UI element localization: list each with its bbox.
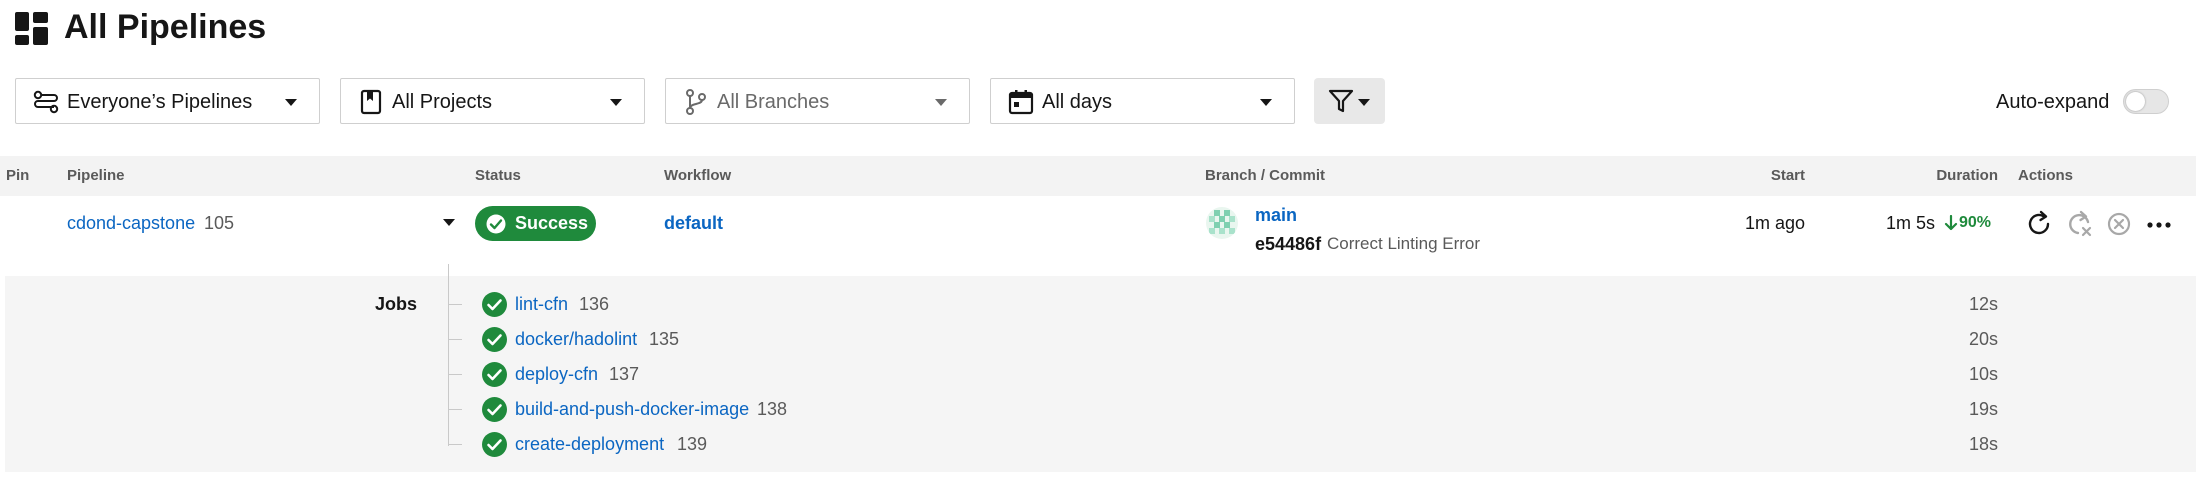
git-branch-icon <box>686 89 706 115</box>
job-tree-line <box>448 264 449 446</box>
column-header-start: Start <box>1770 167 1805 184</box>
days-filter-dropdown[interactable]: All days <box>990 78 1295 124</box>
branch-link[interactable]: main <box>1255 203 1297 227</box>
column-header-branch-commit: Branch / Commit <box>1205 167 1326 184</box>
check-circle-icon <box>486 214 506 234</box>
pipelines-filter-dropdown[interactable]: Everyone’s Pipelines <box>15 78 320 124</box>
advanced-filter-button[interactable] <box>1314 78 1385 124</box>
job-tree-branch <box>448 409 462 410</box>
check-circle-icon <box>482 397 507 422</box>
commit-sha[interactable]: e54486f <box>1255 232 1321 256</box>
avatar <box>1206 207 1238 239</box>
filter-icon <box>1328 89 1354 113</box>
chevron-down-icon <box>1260 99 1272 106</box>
check-circle-icon <box>482 292 507 317</box>
cancel-icon[interactable] <box>2104 209 2134 239</box>
workflow-link[interactable]: default <box>664 211 723 235</box>
auto-expand-toggle[interactable] <box>2123 89 2169 114</box>
projects-filter-dropdown[interactable]: All Projects <box>340 78 645 124</box>
pipelines-icon <box>33 90 59 114</box>
job-duration: 10s <box>1968 364 1998 384</box>
expand-caret-icon[interactable] <box>443 219 455 226</box>
job-duration: 18s <box>1968 434 1998 454</box>
chevron-down-icon <box>935 99 947 106</box>
job-number: 138 <box>757 399 788 419</box>
bookmark-icon <box>360 89 382 115</box>
auto-expand-label: Auto-expand <box>1996 91 2110 113</box>
job-duration: 12s <box>1968 294 1998 314</box>
calendar-icon <box>1008 90 1034 115</box>
start-time: 1m ago <box>1744 213 1805 233</box>
column-header-duration: Duration <box>1936 167 1998 184</box>
branches-filter-label: All Branches <box>717 91 830 113</box>
job-number: 137 <box>609 364 640 384</box>
job-number: 139 <box>677 434 708 454</box>
days-filter-label: All days <box>1042 91 1113 113</box>
table-header: Pin Pipeline Status Workflow Branch / Co… <box>0 156 2196 196</box>
jobs-panel <box>5 276 2196 472</box>
job-duration: 19s <box>1968 399 1998 419</box>
jobs-label: Jobs <box>375 294 418 314</box>
rerun-icon[interactable] <box>2024 209 2054 239</box>
job-duration: 20s <box>1968 329 1998 349</box>
more-options-icon[interactable] <box>2144 209 2174 239</box>
projects-filter-label: All Projects <box>392 91 493 113</box>
commit-message: Correct Linting Error <box>1327 234 1481 253</box>
page-title: All Pipelines <box>64 8 267 46</box>
column-header-pin: Pin <box>6 167 30 184</box>
status-badge[interactable]: Success <box>475 206 596 241</box>
status-label: Success <box>515 213 589 233</box>
chevron-down-icon <box>285 99 297 106</box>
duration-trend: 90% <box>1959 214 1992 231</box>
job-name-link[interactable]: docker/hadolint <box>515 327 637 351</box>
toggle-knob <box>2126 92 2145 111</box>
job-tree-branch <box>448 339 462 340</box>
check-circle-icon <box>482 362 507 387</box>
job-name-link[interactable]: create-deployment <box>515 432 664 456</box>
job-name-link[interactable]: deploy-cfn <box>515 362 598 386</box>
duration-value: 1m 5s <box>1886 213 1936 233</box>
pipeline-name-link[interactable]: cdond-capstone <box>67 211 195 235</box>
job-tree-branch <box>448 304 462 305</box>
column-header-actions: Actions <box>2018 167 2074 184</box>
column-header-status: Status <box>475 167 521 184</box>
branches-filter-dropdown[interactable]: All Branches <box>665 78 970 124</box>
check-circle-icon <box>482 327 507 352</box>
rerun-failed-icon[interactable] <box>2064 209 2094 239</box>
chevron-down-icon <box>1358 99 1370 106</box>
column-header-pipeline: Pipeline <box>67 167 125 184</box>
chevron-down-icon <box>610 99 622 106</box>
column-header-workflow: Workflow <box>664 167 732 184</box>
pipelines-filter-label: Everyone’s Pipelines <box>67 91 253 113</box>
job-number: 136 <box>579 294 610 314</box>
job-number: 135 <box>649 329 680 349</box>
job-name-link[interactable]: lint-cfn <box>515 292 568 316</box>
pipeline-number: 105 <box>204 213 235 233</box>
job-tree-branch <box>448 444 462 445</box>
job-tree-branch <box>448 374 462 375</box>
check-circle-icon <box>482 432 507 457</box>
job-name-link[interactable]: build-and-push-docker-image <box>515 397 749 421</box>
arrow-down-icon <box>1944 215 1958 231</box>
dashboard-icon <box>15 12 48 45</box>
